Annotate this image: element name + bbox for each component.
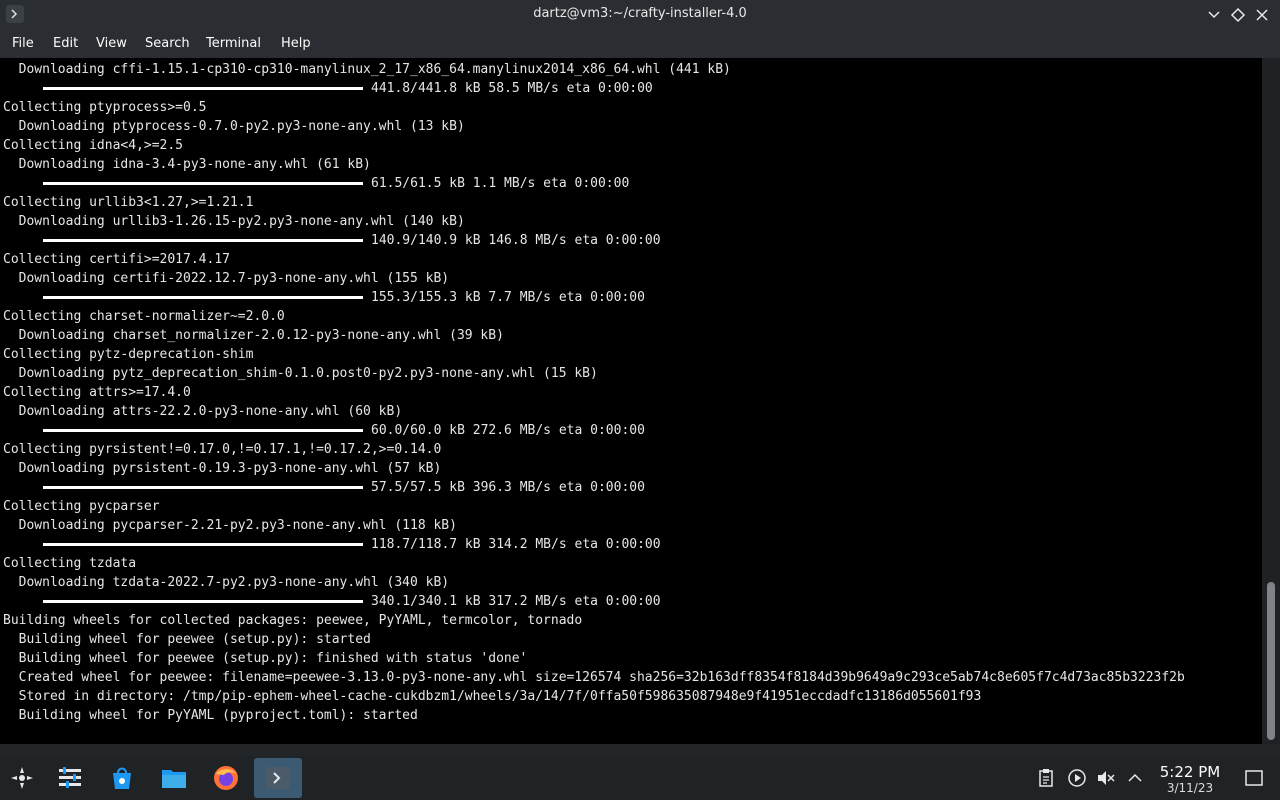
- progress-status: 57.5/57.5 kB 396.3 MB/s eta 0:00:00: [371, 480, 645, 495]
- terminal-scrollbar[interactable]: [1262, 58, 1280, 744]
- terminal-line: Downloading cffi-1.15.1-cp310-cp310-many…: [3, 62, 731, 77]
- terminal-line: Building wheels for collected packages: …: [3, 613, 583, 628]
- progress-bar: [43, 182, 363, 185]
- terminal-line: Downloading charset_normalizer-2.0.12-py…: [3, 328, 504, 343]
- terminal-icon[interactable]: [254, 758, 302, 798]
- menu-edit[interactable]: Edit: [53, 36, 78, 51]
- terminal-line: Downloading tzdata-2022.7-py2.py3-none-a…: [3, 575, 450, 590]
- terminal-line: Downloading idna-3.4-py3-none-any.whl (6…: [3, 157, 371, 172]
- terminal-line: Downloading urllib3-1.26.15-py2.py3-none…: [3, 214, 465, 229]
- terminal-line: Collecting urllib3<1.27,>=1.21.1: [3, 195, 254, 210]
- terminal-line: Collecting ptyprocess>=0.5: [3, 100, 207, 115]
- terminal-line: Building wheel for PyYAML (pyproject.tom…: [3, 708, 418, 723]
- progress-status: 441.8/441.8 kB 58.5 MB/s eta 0:00:00: [371, 81, 653, 96]
- progress-bar: [43, 296, 363, 299]
- taskbar: 5:22 PM 3/11/23: [0, 756, 1280, 800]
- clock-time[interactable]: 5:22 PM: [1150, 763, 1230, 781]
- terminal-line: Downloading certifi-2022.12.7-py3-none-a…: [3, 271, 450, 286]
- progress-bar: [43, 429, 363, 432]
- terminal-line: Collecting certifi>=2017.4.17: [3, 252, 230, 267]
- discover-store-icon[interactable]: [102, 758, 142, 798]
- minimize-icon[interactable]: [1205, 6, 1223, 24]
- progress-status: 118.7/118.7 kB 314.2 MB/s eta 0:00:00: [371, 537, 661, 552]
- menu-file[interactable]: File: [12, 36, 34, 51]
- terminal-line: Downloading ptyprocess-0.7.0-py2.py3-non…: [3, 119, 465, 134]
- show-desktop-icon[interactable]: [1244, 768, 1264, 788]
- progress-bar: [43, 543, 363, 546]
- menu-search[interactable]: Search: [145, 36, 190, 51]
- menu-help[interactable]: Help: [281, 36, 311, 51]
- progress-status: 155.3/155.3 kB 7.7 MB/s eta 0:00:00: [371, 290, 645, 305]
- app-launcher-icon[interactable]: [2, 758, 42, 798]
- terminal-line: Downloading pyrsistent-0.19.3-py3-none-a…: [3, 461, 442, 476]
- terminal-line: Collecting pyrsistent!=0.17.0,!=0.17.1,!…: [3, 442, 442, 457]
- terminal-line: Collecting tzdata: [3, 556, 137, 571]
- progress-status: 140.9/140.9 kB 146.8 MB/s eta 0:00:00: [371, 233, 661, 248]
- progress-bar: [43, 486, 363, 489]
- show-hidden-icon[interactable]: [1125, 768, 1145, 788]
- menu-view[interactable]: View: [96, 36, 127, 51]
- media-player-icon[interactable]: [1067, 768, 1087, 788]
- terminal-line: Downloading pycparser-2.21-py2.py3-none-…: [3, 518, 457, 533]
- terminal-line: Stored in directory: /tmp/pip-ephem-whee…: [3, 689, 982, 704]
- progress-bar: [43, 600, 363, 603]
- terminal-line: Collecting idna<4,>=2.5: [3, 138, 184, 153]
- maximize-icon[interactable]: [1229, 6, 1247, 24]
- terminal-line: Collecting attrs>=17.4.0: [3, 385, 191, 400]
- close-icon[interactable]: [1253, 6, 1271, 24]
- terminal-line: Building wheel for peewee (setup.py): st…: [3, 632, 371, 647]
- progress-bar: [43, 87, 363, 90]
- terminal-line: Collecting pytz-deprecation-shim: [3, 347, 254, 362]
- menu-bar: File Edit View Search Terminal Help: [0, 30, 1280, 58]
- clock-date[interactable]: 3/11/23: [1150, 781, 1230, 795]
- progress-status: 61.5/61.5 kB 1.1 MB/s eta 0:00:00: [371, 176, 630, 191]
- terminal-line: Created wheel for peewee: filename=peewe…: [3, 670, 1185, 685]
- terminal-line: Building wheel for peewee (setup.py): fi…: [3, 651, 528, 666]
- terminal-line: Collecting charset-normalizer~=2.0.0: [3, 309, 285, 324]
- progress-status: 60.0/60.0 kB 272.6 MB/s eta 0:00:00: [371, 423, 645, 438]
- scrollbar-thumb[interactable]: [1267, 582, 1275, 740]
- menu-terminal[interactable]: Terminal: [206, 36, 261, 51]
- window-titlebar[interactable]: dartz@vm3:~/crafty-installer-4.0: [0, 0, 1280, 30]
- system-settings-icon[interactable]: [50, 758, 90, 798]
- progress-status: 340.1/340.1 kB 317.2 MB/s eta 0:00:00: [371, 594, 661, 609]
- window-title: dartz@vm3:~/crafty-installer-4.0: [533, 6, 747, 21]
- terminal-line: Downloading attrs-22.2.0-py3-none-any.wh…: [3, 404, 403, 419]
- terminal-output[interactable]: Downloading cffi-1.15.1-cp310-cp310-many…: [0, 58, 1262, 744]
- terminal-line: Collecting pycparser: [3, 499, 160, 514]
- clipboard-icon[interactable]: [1036, 768, 1056, 788]
- window-bottom-border: [0, 744, 1280, 756]
- file-manager-icon[interactable]: [154, 758, 194, 798]
- firefox-icon[interactable]: [206, 758, 246, 798]
- volume-muted-icon[interactable]: [1096, 768, 1116, 788]
- terminal-line: Downloading pytz_deprecation_shim-0.1.0.…: [3, 366, 598, 381]
- progress-bar: [43, 239, 363, 242]
